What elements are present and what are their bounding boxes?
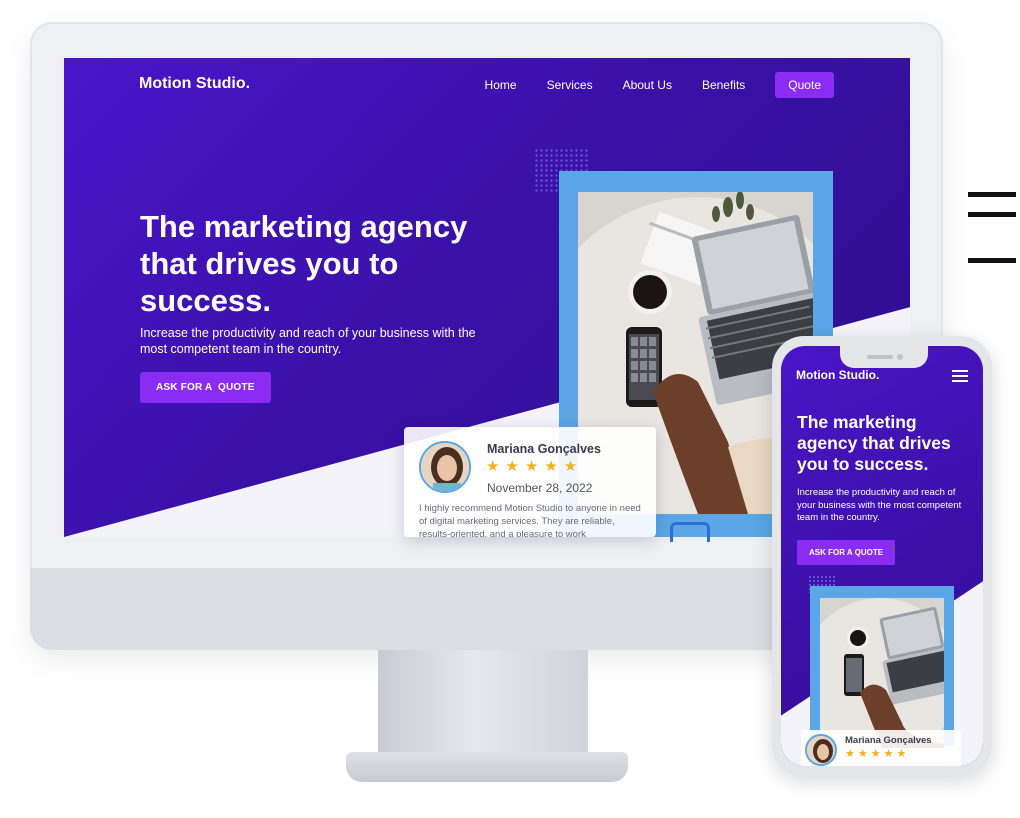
ask-for-quote-button[interactable]: ASK FOR A QUOTE: [140, 372, 271, 403]
mobile-laptop-phone-illustration: [820, 598, 944, 748]
mobile-testimonial-card: Mariana Gonçalves ★★★★★: [801, 730, 961, 766]
reviewer-name: Mariana Gonçalves: [487, 442, 601, 456]
nav-quote-button[interactable]: Quote: [775, 72, 834, 98]
mobile-hero-title: The marketing agency that drives you to …: [797, 412, 951, 474]
testimonial-card: Mariana Gonçalves ★★★★★ November 28, 202…: [404, 427, 656, 537]
mobile-avatar-portrait: [807, 736, 835, 764]
frame-bottom-icon: [670, 522, 710, 542]
nav-link-benefits[interactable]: Benefits: [702, 78, 745, 92]
hero-title: The marketing agency that drives you to …: [140, 209, 468, 318]
mobile-hero-subtitle: Increase the productivity and reach of y…: [797, 487, 962, 523]
mobile-reviewer-avatar: [805, 734, 837, 766]
monitor-stand-neck: [378, 650, 588, 760]
hero-subtitle: Increase the productivity and reach of y…: [140, 326, 476, 356]
site-logo[interactable]: Motion Studio.: [139, 75, 250, 93]
review-date: November 28, 2022: [487, 481, 593, 495]
site-logo-text: Motion Studio: [139, 75, 246, 92]
mobile-rating-stars: ★★★★★: [845, 748, 910, 760]
site-logo-dot: .: [245, 75, 251, 92]
reviewer-avatar: [419, 441, 471, 493]
rating-stars: ★★★★★: [486, 458, 584, 475]
mobile-website-screen: Motion Studio. The marketing agency that…: [781, 346, 983, 766]
review-text: I highly recommend Motion Studio to anyo…: [419, 503, 641, 537]
decorative-dash: [968, 258, 1016, 263]
main-nav: Home Services About Us Benefits Quote: [455, 72, 834, 98]
avatar-portrait: [421, 443, 469, 491]
decorative-dash: [968, 192, 1016, 197]
mobile-site-logo[interactable]: Motion Studio.: [796, 368, 879, 382]
decorative-dash: [968, 212, 1016, 217]
nav-link-about-us[interactable]: About Us: [623, 78, 672, 92]
nav-link-home[interactable]: Home: [485, 78, 517, 92]
mobile-hero-photo: [820, 598, 944, 748]
nav-link-services[interactable]: Services: [547, 78, 593, 92]
mobile-reviewer-name: Mariana Gonçalves: [845, 735, 932, 746]
hamburger-menu-icon[interactable]: [952, 370, 968, 382]
mobile-logo-dot: .: [875, 368, 880, 382]
mobile-ask-for-quote-button[interactable]: ASK FOR A QUOTE: [797, 540, 896, 565]
phone-camera: [897, 354, 903, 360]
mobile-logo-text: Motion Studio: [796, 368, 876, 382]
monitor-stand-base: [346, 752, 628, 782]
phone-speaker: [867, 355, 893, 359]
